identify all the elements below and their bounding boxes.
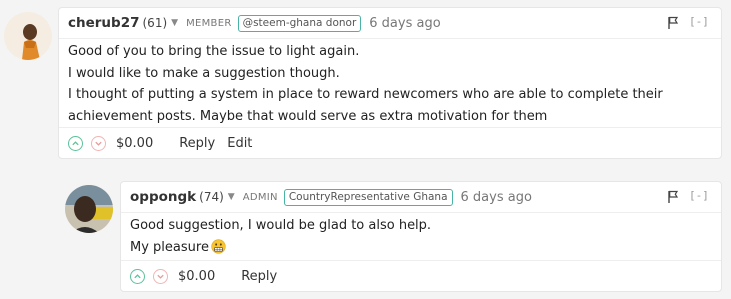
comment-body: Good suggestion, I would be glad to also… bbox=[130, 215, 713, 258]
chevron-up-icon bbox=[134, 273, 141, 278]
comment-line: I thought of putting a system in place t… bbox=[68, 87, 663, 124]
comment-line: I would like to make a suggestion though… bbox=[68, 65, 340, 81]
author-menu-caret-icon[interactable]: ▼ bbox=[171, 18, 178, 28]
comment-date[interactable]: 6 days ago bbox=[461, 190, 532, 205]
comment-line: Good of you to bring the issue to light … bbox=[68, 44, 360, 59]
payout-amount[interactable]: $0.00 bbox=[116, 136, 153, 151]
author-name[interactable]: cherub27 bbox=[68, 15, 140, 31]
downvote-button[interactable] bbox=[91, 135, 106, 151]
author-reputation: (61) bbox=[142, 16, 168, 30]
payout-amount[interactable]: $0.00 bbox=[178, 269, 215, 284]
comment-card-cherub27: cherub27 (61) ▼ MEMBER @steem-ghana dono… bbox=[58, 7, 722, 159]
comment-header: oppongk (74) ▼ ADMIN CountryRepresentati… bbox=[121, 182, 721, 213]
avatar-cherub27[interactable] bbox=[4, 12, 52, 60]
upvote-button[interactable] bbox=[68, 135, 83, 151]
author-badge: CountryRepresentative Ghana bbox=[283, 188, 453, 206]
comment-body: Good of you to bring the issue to light … bbox=[68, 41, 713, 127]
comment-line-wrap: My pleasure bbox=[130, 237, 713, 259]
author-reputation: (74) bbox=[199, 190, 224, 204]
author-menu-caret-icon[interactable]: ▼ bbox=[228, 192, 235, 202]
comment-footer: $0.00 Reply bbox=[121, 260, 721, 291]
chevron-down-icon bbox=[95, 141, 102, 146]
comment-line: My pleasure bbox=[130, 239, 209, 255]
collapse-toggle[interactable]: [-] bbox=[689, 189, 709, 202]
author-name[interactable]: oppongk bbox=[130, 189, 196, 205]
reply-button[interactable]: Reply bbox=[241, 269, 277, 284]
edit-button[interactable]: Edit bbox=[227, 136, 252, 151]
avatar-oppongk[interactable] bbox=[65, 185, 113, 233]
upvote-button[interactable] bbox=[130, 268, 145, 284]
comment-header: cherub27 (61) ▼ MEMBER @steem-ghana dono… bbox=[59, 8, 721, 39]
reply-button[interactable]: Reply bbox=[179, 136, 215, 151]
comment-date[interactable]: 6 days ago bbox=[369, 16, 440, 31]
author-badge: @steem-ghana donor bbox=[237, 14, 362, 32]
author-role: MEMBER bbox=[186, 17, 232, 29]
comment-line: Good suggestion, I would be glad to also… bbox=[130, 218, 432, 233]
comment-footer: $0.00 Reply Edit bbox=[59, 127, 721, 158]
author-role: ADMIN bbox=[242, 191, 278, 203]
flag-icon[interactable] bbox=[667, 16, 679, 30]
chevron-up-icon bbox=[72, 140, 79, 145]
collapse-toggle[interactable]: [-] bbox=[689, 15, 709, 28]
grimacing-face-emoji-icon bbox=[211, 238, 226, 254]
chevron-down-icon bbox=[157, 274, 164, 279]
comment-card-oppongk: oppongk (74) ▼ ADMIN CountryRepresentati… bbox=[120, 181, 722, 292]
flag-icon[interactable] bbox=[667, 190, 679, 204]
downvote-button[interactable] bbox=[153, 268, 168, 284]
